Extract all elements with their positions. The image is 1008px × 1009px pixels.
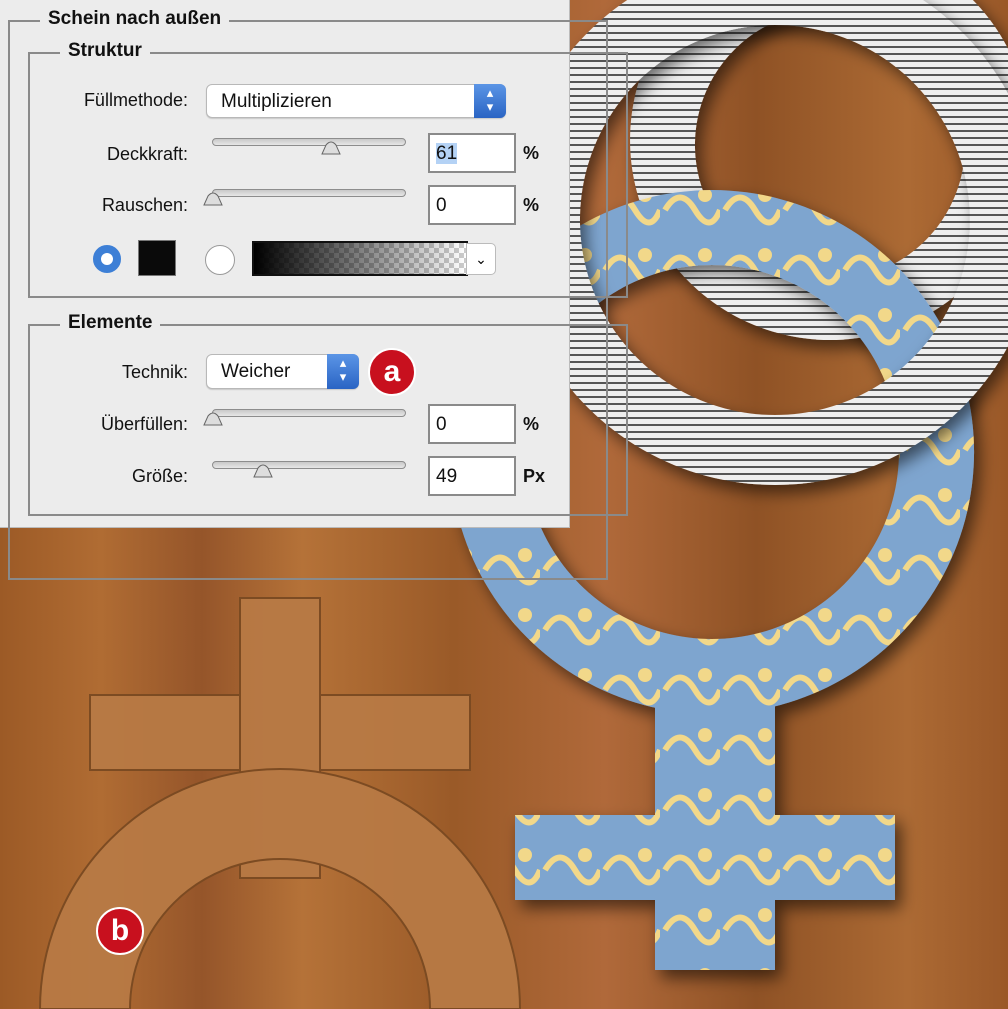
slider-thumb[interactable] [202, 190, 224, 206]
size-slider[interactable] [212, 461, 406, 478]
opacity-unit: % [523, 143, 540, 163]
opacity-input[interactable]: 61 [428, 133, 516, 173]
color-swatch[interactable] [138, 240, 176, 276]
solid-color-radio[interactable] [93, 245, 121, 273]
noise-input[interactable]: 0 [428, 185, 516, 225]
dialog-title: Schein nach außen [40, 8, 230, 30]
gradient-picker[interactable] [252, 241, 468, 276]
chevron-down-icon[interactable]: ⌄ [466, 243, 496, 275]
fill-method-label: Füllmethode: [83, 90, 188, 110]
stepper-icon: ▴ ▾ [327, 354, 359, 389]
stepper-icon: ▴ ▾ [474, 84, 506, 118]
fill-method-value: Multiplizieren [221, 91, 332, 112]
noise-label: Rauschen: [101, 195, 188, 215]
struktur-title: Struktur [60, 40, 150, 62]
slider-thumb[interactable] [202, 410, 224, 426]
technique-label: Technik: [121, 362, 188, 382]
size-label: Größe: [131, 466, 188, 486]
spread-unit: % [523, 414, 540, 434]
annotation-badge-b: b [96, 907, 144, 955]
slider-thumb[interactable] [252, 462, 274, 478]
elemente-title: Elemente [60, 312, 161, 334]
slider-thumb[interactable] [320, 139, 342, 155]
noise-unit: % [523, 195, 540, 215]
opacity-label: Deckkraft: [106, 144, 188, 164]
annotation-badge-a: a [368, 348, 416, 396]
spread-input[interactable]: 0 [428, 404, 516, 444]
outer-glow-dialog: Schein nach außen Struktur Füllmethode: … [0, 0, 628, 580]
opacity-value: 61 [436, 143, 458, 164]
size-input[interactable]: 49 [428, 456, 516, 496]
technique-select[interactable]: Weicher ▴ ▾ [206, 354, 359, 389]
spread-slider[interactable] [203, 409, 406, 426]
spread-label: Überfüllen: [100, 414, 188, 434]
gradient-radio[interactable] [205, 245, 235, 275]
size-unit: Px [523, 466, 546, 486]
fill-method-select[interactable]: Multiplizieren ▴ ▾ [206, 84, 506, 118]
technique-value: Weicher [221, 361, 291, 382]
noise-slider[interactable] [203, 189, 406, 206]
opacity-slider[interactable] [212, 138, 406, 155]
